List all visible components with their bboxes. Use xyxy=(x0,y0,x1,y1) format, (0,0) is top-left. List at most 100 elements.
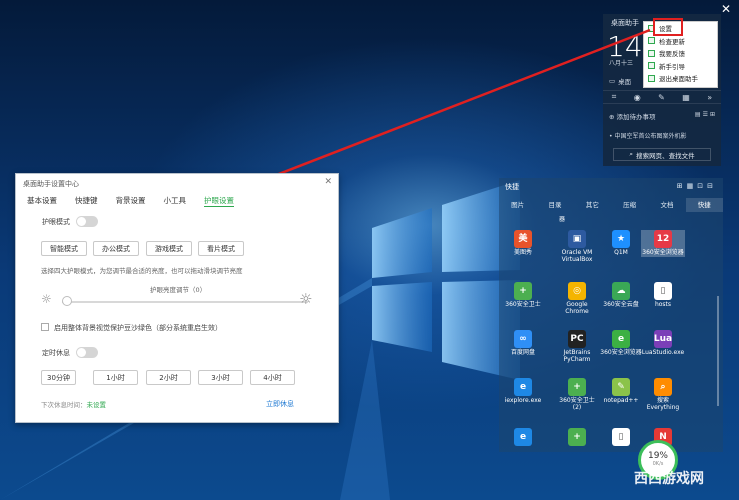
desktop-shortcut[interactable]: e iexplore.exe xyxy=(501,378,545,405)
menu-item-label: 新手引导 xyxy=(659,62,685,71)
browser-icon: e xyxy=(612,330,630,348)
desktop-shortcut[interactable]: Lua LuaStudio.exe xyxy=(641,330,685,357)
widget-search-label: 搜索网页、查找文件 xyxy=(636,151,695,160)
panel-tab-folders[interactable]: 目录 xyxy=(536,198,573,212)
widget-news-text: 中国空军首公布图案外机影 xyxy=(614,133,687,140)
desktop-shortcut[interactable]: +360安全卫士 xyxy=(501,282,545,309)
desktop-shortcut[interactable]: ✎ notepad++ xyxy=(599,378,643,405)
desktop-shortcut[interactable]: + xyxy=(555,428,599,448)
menu-item-exit[interactable]: 退出桌面助手 xyxy=(644,72,717,85)
brightness-slider-track[interactable] xyxy=(62,301,308,303)
tab-background[interactable]: 背景设置 xyxy=(116,195,146,207)
rest-4h-button[interactable]: 4小时 xyxy=(250,370,295,385)
panel-header-icons[interactable]: ⊞▦⊡⊟ xyxy=(677,182,717,190)
shortcut-label: JetBrains PyCharm xyxy=(563,349,591,363)
desktop-shortcut[interactable]: ▣ Oracle VM VirtualBox xyxy=(555,230,599,264)
rest-1h-button[interactable]: 1小时 xyxy=(93,370,138,385)
edit-icon[interactable]: ✎ xyxy=(658,93,665,102)
panel-tabs: 图片 目录 其它 压缩 文档 快捷 xyxy=(499,198,723,212)
game-mode-button[interactable]: 游戏模式 xyxy=(146,241,192,256)
desktop-shortcut[interactable]: e xyxy=(501,428,545,448)
shortcut-label: iexplore.exe xyxy=(504,397,542,404)
menu-item-label: 检查更新 xyxy=(659,37,685,46)
rest-timer-toggle[interactable] xyxy=(76,347,98,358)
eye-mode-toggle[interactable] xyxy=(76,216,98,227)
widget-toolbar: ⌗ ◉ ✎ ▦ » xyxy=(603,90,721,104)
more-icon[interactable]: » xyxy=(707,93,712,102)
desktop-shortcut[interactable]: ⌕ 搜索 Everything xyxy=(641,378,685,412)
feedback-icon xyxy=(648,49,655,57)
panel-tab-images[interactable]: 图片 xyxy=(499,198,536,212)
panel-tab-documents[interactable]: 文档 xyxy=(648,198,685,212)
shortcut-label: LuaStudio.exe xyxy=(641,349,685,356)
bean-green-checkbox[interactable] xyxy=(41,323,49,331)
menu-item-guide[interactable]: 新手引导 xyxy=(644,60,717,73)
menu-item-check-update[interactable]: 检查更新 xyxy=(644,35,717,48)
panel-title: 快捷 xyxy=(505,183,519,191)
site-watermark: 西西游戏网 xyxy=(634,471,704,487)
close-icon[interactable]: ✕ xyxy=(324,177,332,187)
desktop-shortcut[interactable]: 美美图秀 xyxy=(501,230,545,257)
desktop-shortcut[interactable]: ▯ xyxy=(599,428,643,448)
desktop-shortcut[interactable]: 12 360安全浏览器 xyxy=(641,230,685,257)
calendar-icon[interactable]: ▦ xyxy=(682,93,690,102)
rest-3h-button[interactable]: 3小时 xyxy=(198,370,243,385)
notepad-icon: ✎ xyxy=(612,378,630,396)
eye-mode-hint: 选择四大护眼模式，为您调节最合适的亮度，也可以拖动滑块调节亮度 xyxy=(41,267,243,275)
office-mode-button[interactable]: 办公模式 xyxy=(93,241,139,256)
rest-2h-button[interactable]: 2小时 xyxy=(146,370,191,385)
shortcut-label: 360安全浏览器 xyxy=(642,249,684,256)
rest-now-link[interactable]: 立即休息 xyxy=(266,399,294,409)
desktop-shortcut[interactable]: ∞ 百度网盘 xyxy=(501,330,545,357)
brightness-slider-handle[interactable] xyxy=(62,296,72,306)
desktop-shortcut[interactable]: PC JetBrains PyCharm xyxy=(555,330,599,364)
sun-large-icon: ☼ xyxy=(299,290,313,308)
eye-mode-label: 护眼模式 xyxy=(42,218,70,226)
shortcut-label: Oracle VM VirtualBox xyxy=(561,249,593,263)
panel-scrollbar[interactable] xyxy=(717,296,719,406)
menu-item-feedback[interactable]: 我要反馈 xyxy=(644,47,717,60)
ie-icon: e xyxy=(514,428,532,446)
eye-icon[interactable]: ◉ xyxy=(634,93,641,102)
tab-basic[interactable]: 基本设置 xyxy=(27,195,57,207)
tab-hotkeys[interactable]: 快捷键 xyxy=(75,195,98,207)
shield-plus-icon: + xyxy=(568,378,586,396)
search-icon: ⌕ xyxy=(654,378,672,396)
smart-mode-button[interactable]: 智能模式 xyxy=(41,241,87,256)
desktop-shortcut[interactable]: ★ Q1M xyxy=(599,230,643,257)
tab-tools[interactable]: 小工具 xyxy=(164,195,187,207)
widget-title: 桌面助手 xyxy=(611,19,639,27)
panel-tab-other[interactable]: 其它 xyxy=(574,198,611,212)
panel-tab-archives[interactable]: 压缩 xyxy=(611,198,648,212)
search-icon: ⌕ xyxy=(629,150,634,158)
widget-search-button[interactable]: ⌕ 搜索网页、查找文件 xyxy=(613,148,711,161)
widget-desktop-button[interactable]: ▭ 桌面 xyxy=(609,76,631,86)
tab-eye-protection[interactable]: 护眼设置 xyxy=(204,195,234,207)
movie-mode-button[interactable]: 看片模式 xyxy=(198,241,244,256)
add-todo-button[interactable]: ⊕ 添加待办事项 xyxy=(609,111,656,121)
sun-small-icon: ☼ xyxy=(41,292,52,306)
shortcut-label: 360安全云盘 xyxy=(603,301,639,308)
gauge-percent: 19% xyxy=(647,451,668,461)
gauge-sub: 0K/s xyxy=(652,460,664,467)
panel-sub-text: 器 xyxy=(559,216,566,223)
widget-news-item[interactable]: • 中国空军首公布图案外机影 xyxy=(609,131,719,140)
widget-desktop-label: 桌面 xyxy=(618,78,632,86)
calendar-icon: 12 xyxy=(654,230,672,248)
pycharm-icon: PC xyxy=(568,330,586,348)
desktop-shortcut[interactable]: +360安全卫士 (2) xyxy=(555,378,599,412)
shortcut-label: 360安全卫士 (2) xyxy=(559,397,595,411)
panel-tab-shortcuts[interactable]: 快捷 xyxy=(685,198,723,212)
desktop-shortcut[interactable]: ▯ hosts xyxy=(641,282,685,309)
close-icon[interactable]: ✕ xyxy=(721,2,731,16)
rest-timer-label: 定时休息 xyxy=(42,349,70,357)
crop-icon[interactable]: ⌗ xyxy=(612,92,617,102)
shortcut-label: 360安全卫士 xyxy=(505,301,541,308)
desktop-shortcut[interactable]: ☁ 360安全云盘 xyxy=(599,282,643,309)
rest-30min-button[interactable]: 30分钟 xyxy=(41,370,76,385)
update-icon xyxy=(648,37,655,45)
desktop-shortcut[interactable]: e 360安全浏览器 xyxy=(599,330,643,357)
ie-icon: e xyxy=(514,378,532,396)
shortcut-label: 360安全浏览器 xyxy=(600,349,642,356)
desktop-shortcut[interactable]: ◎ Google Chrome xyxy=(555,282,599,316)
